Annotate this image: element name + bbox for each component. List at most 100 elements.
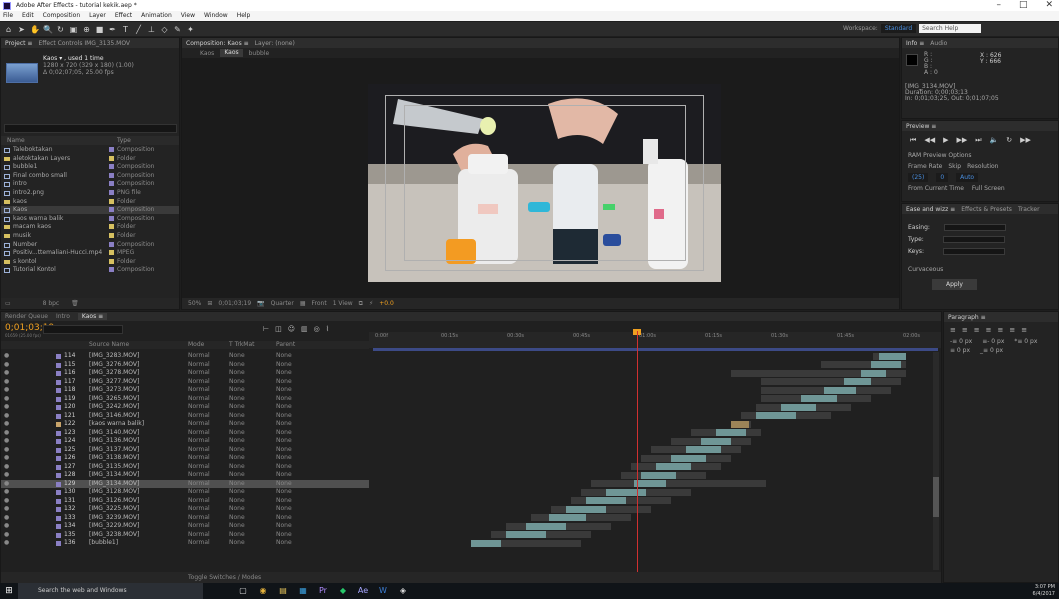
layer-duration-bar[interactable] — [571, 497, 671, 504]
layer-active-segment[interactable] — [586, 497, 626, 504]
layer-trkmat-select[interactable]: None — [229, 352, 245, 361]
tab-info[interactable]: Info ≡ — [906, 40, 924, 47]
tab-effects-presets[interactable]: Effects & Presets — [961, 206, 1012, 213]
layer-parent-select[interactable]: None — [276, 463, 292, 472]
layer-mode-select[interactable]: Normal — [188, 361, 210, 370]
current-time-indicator[interactable] — [637, 331, 638, 576]
layer-trkmat-select[interactable]: None — [229, 361, 245, 370]
justify-center-icon[interactable]: ≡ — [998, 326, 1004, 334]
type-select[interactable] — [942, 236, 1005, 243]
layer-parent-select[interactable]: None — [276, 412, 292, 421]
project-item[interactable]: s kontol Folder — [1, 258, 179, 266]
next-frame-icon[interactable]: ▶▶ — [956, 136, 967, 145]
breadcrumb-bubble[interactable]: bubble — [249, 50, 270, 57]
layer-duration-bar[interactable] — [873, 352, 906, 360]
col-name[interactable]: Name — [7, 136, 25, 145]
space-after-field[interactable]: _≡ 0 px — [980, 347, 1003, 354]
tab-preview[interactable]: Preview ≡ — [906, 123, 936, 130]
layer-active-segment[interactable] — [606, 488, 646, 496]
layer-parent-select[interactable]: None — [276, 361, 292, 370]
layer-duration-bar[interactable] — [761, 395, 871, 402]
layer-row[interactable]: ● 117 [IMG_3277.MOV] Normal None None — [1, 378, 369, 387]
label-color[interactable] — [109, 267, 114, 273]
layer-active-segment[interactable] — [634, 480, 666, 487]
menu-animation[interactable]: Animation — [141, 11, 172, 21]
draft-3d-icon[interactable]: ◫ — [275, 325, 282, 333]
layer-visibility-icon[interactable]: ● — [4, 369, 9, 378]
label-color[interactable] — [109, 155, 114, 161]
label-color[interactable] — [109, 164, 114, 170]
layer-visibility-icon[interactable]: ● — [4, 514, 9, 523]
label-color[interactable] — [109, 198, 114, 204]
layer-trkmat-select[interactable]: None — [229, 420, 245, 429]
layer-mode-select[interactable]: Normal — [188, 539, 210, 548]
full-screen-checkbox[interactable]: Full Screen — [972, 185, 1005, 192]
col-mode[interactable]: Mode — [188, 341, 204, 349]
project-item[interactable]: kaos warna balik Composition — [1, 215, 179, 223]
layer-duration-bar[interactable] — [621, 471, 706, 479]
layer-duration-bar[interactable] — [641, 454, 731, 462]
skip-select[interactable]: 0 — [936, 173, 949, 182]
puppet-tool-icon[interactable]: ✦ — [186, 25, 195, 34]
layer-row[interactable]: ● 118 [IMG_3273.MOV] Normal None None — [1, 386, 369, 395]
layer-duration-bar[interactable] — [506, 522, 611, 530]
menu-edit[interactable]: Edit — [22, 11, 34, 21]
view-layout-select[interactable]: 1 View — [333, 300, 353, 307]
layer-mode-select[interactable]: Normal — [188, 454, 210, 463]
layer-row[interactable]: ● 131 [IMG_3126.MOV] Normal None None — [1, 497, 369, 506]
col-source-name[interactable]: Source Name — [89, 341, 129, 349]
mute-audio-icon[interactable]: 🔈 — [990, 136, 999, 145]
layer-duration-bar[interactable] — [761, 386, 891, 394]
layer-row[interactable]: ● 123 [IMG_3140.MOV] Normal None None — [1, 429, 369, 438]
layer-active-segment[interactable] — [879, 352, 906, 360]
layer-trkmat-select[interactable]: None — [229, 531, 245, 540]
layer-trkmat-select[interactable]: None — [229, 522, 245, 531]
justify-all-icon[interactable]: ≡ — [1021, 326, 1027, 334]
layer-active-segment[interactable] — [701, 437, 731, 445]
layer-visibility-icon[interactable]: ● — [4, 361, 9, 370]
layer-parent-select[interactable]: None — [276, 531, 292, 540]
layer-duration-bar[interactable] — [671, 437, 751, 445]
layer-trkmat-select[interactable]: None — [229, 539, 245, 548]
trash-icon[interactable]: 🗑 — [71, 300, 79, 307]
layer-visibility-icon[interactable]: ● — [4, 480, 9, 489]
file-explorer-icon[interactable]: ▤ — [273, 583, 293, 599]
grid-icon[interactable]: ⊞ — [207, 300, 212, 307]
indent-left-field[interactable]: -≡ 0 px — [950, 338, 972, 345]
bit-depth[interactable]: 8 bpc — [43, 300, 60, 307]
layer-mode-select[interactable]: Normal — [188, 369, 210, 378]
layer-mode-select[interactable]: Normal — [188, 531, 210, 540]
from-current-time-checkbox[interactable]: From Current Time — [908, 185, 964, 192]
layer-parent-select[interactable]: None — [276, 386, 292, 395]
layer-trkmat-select[interactable]: None — [229, 488, 245, 497]
layer-mode-select[interactable]: Normal — [188, 437, 210, 446]
layer-parent-select[interactable]: None — [276, 505, 292, 514]
label-color[interactable] — [109, 241, 114, 247]
label-color[interactable] — [109, 233, 114, 238]
project-item[interactable]: bubble1 Composition — [1, 163, 179, 171]
layer-duration-bar[interactable] — [491, 531, 591, 538]
layer-parent-select[interactable]: None — [276, 446, 292, 455]
project-item[interactable]: intro2.png PNG file — [1, 189, 179, 197]
col-type[interactable]: Type — [117, 136, 131, 145]
resolution-select-preview[interactable]: Auto — [956, 173, 979, 182]
time-ruler[interactable]: 0:00f 00:15s 00:30s 00:45s 01:00s 01:15s 01:30… — [369, 332, 941, 348]
layer-visibility-icon[interactable]: ● — [4, 505, 9, 514]
align-left-icon[interactable]: ≡ — [950, 326, 956, 334]
loop-icon[interactable]: ↻ — [1006, 136, 1012, 145]
menu-layer[interactable]: Layer — [89, 11, 106, 21]
layer-row[interactable]: ● 136 [bubble1] Normal None None — [1, 539, 369, 548]
label-color[interactable] — [109, 190, 114, 195]
ram-preview-options[interactable]: RAM Preview Options — [908, 152, 972, 159]
layer-row[interactable]: ● 115 [IMG_3276.MOV] Normal None None — [1, 361, 369, 370]
layer-parent-select[interactable]: None — [276, 429, 292, 438]
layer-visibility-icon[interactable]: ● — [4, 386, 9, 395]
layer-mode-select[interactable]: Normal — [188, 403, 210, 412]
layer-parent-select[interactable]: None — [276, 369, 292, 378]
layer-row[interactable]: ● 126 [IMG_3138.MOV] Normal None None — [1, 454, 369, 463]
layer-duration-bar[interactable] — [471, 539, 581, 547]
home-icon[interactable]: ⌂ — [4, 25, 13, 34]
layer-row[interactable]: ● 121 [IMG_3146.MOV] Normal None None — [1, 412, 369, 421]
layer-mode-select[interactable]: Normal — [188, 378, 210, 387]
frame-blending-icon[interactable]: ▥ — [301, 325, 308, 333]
